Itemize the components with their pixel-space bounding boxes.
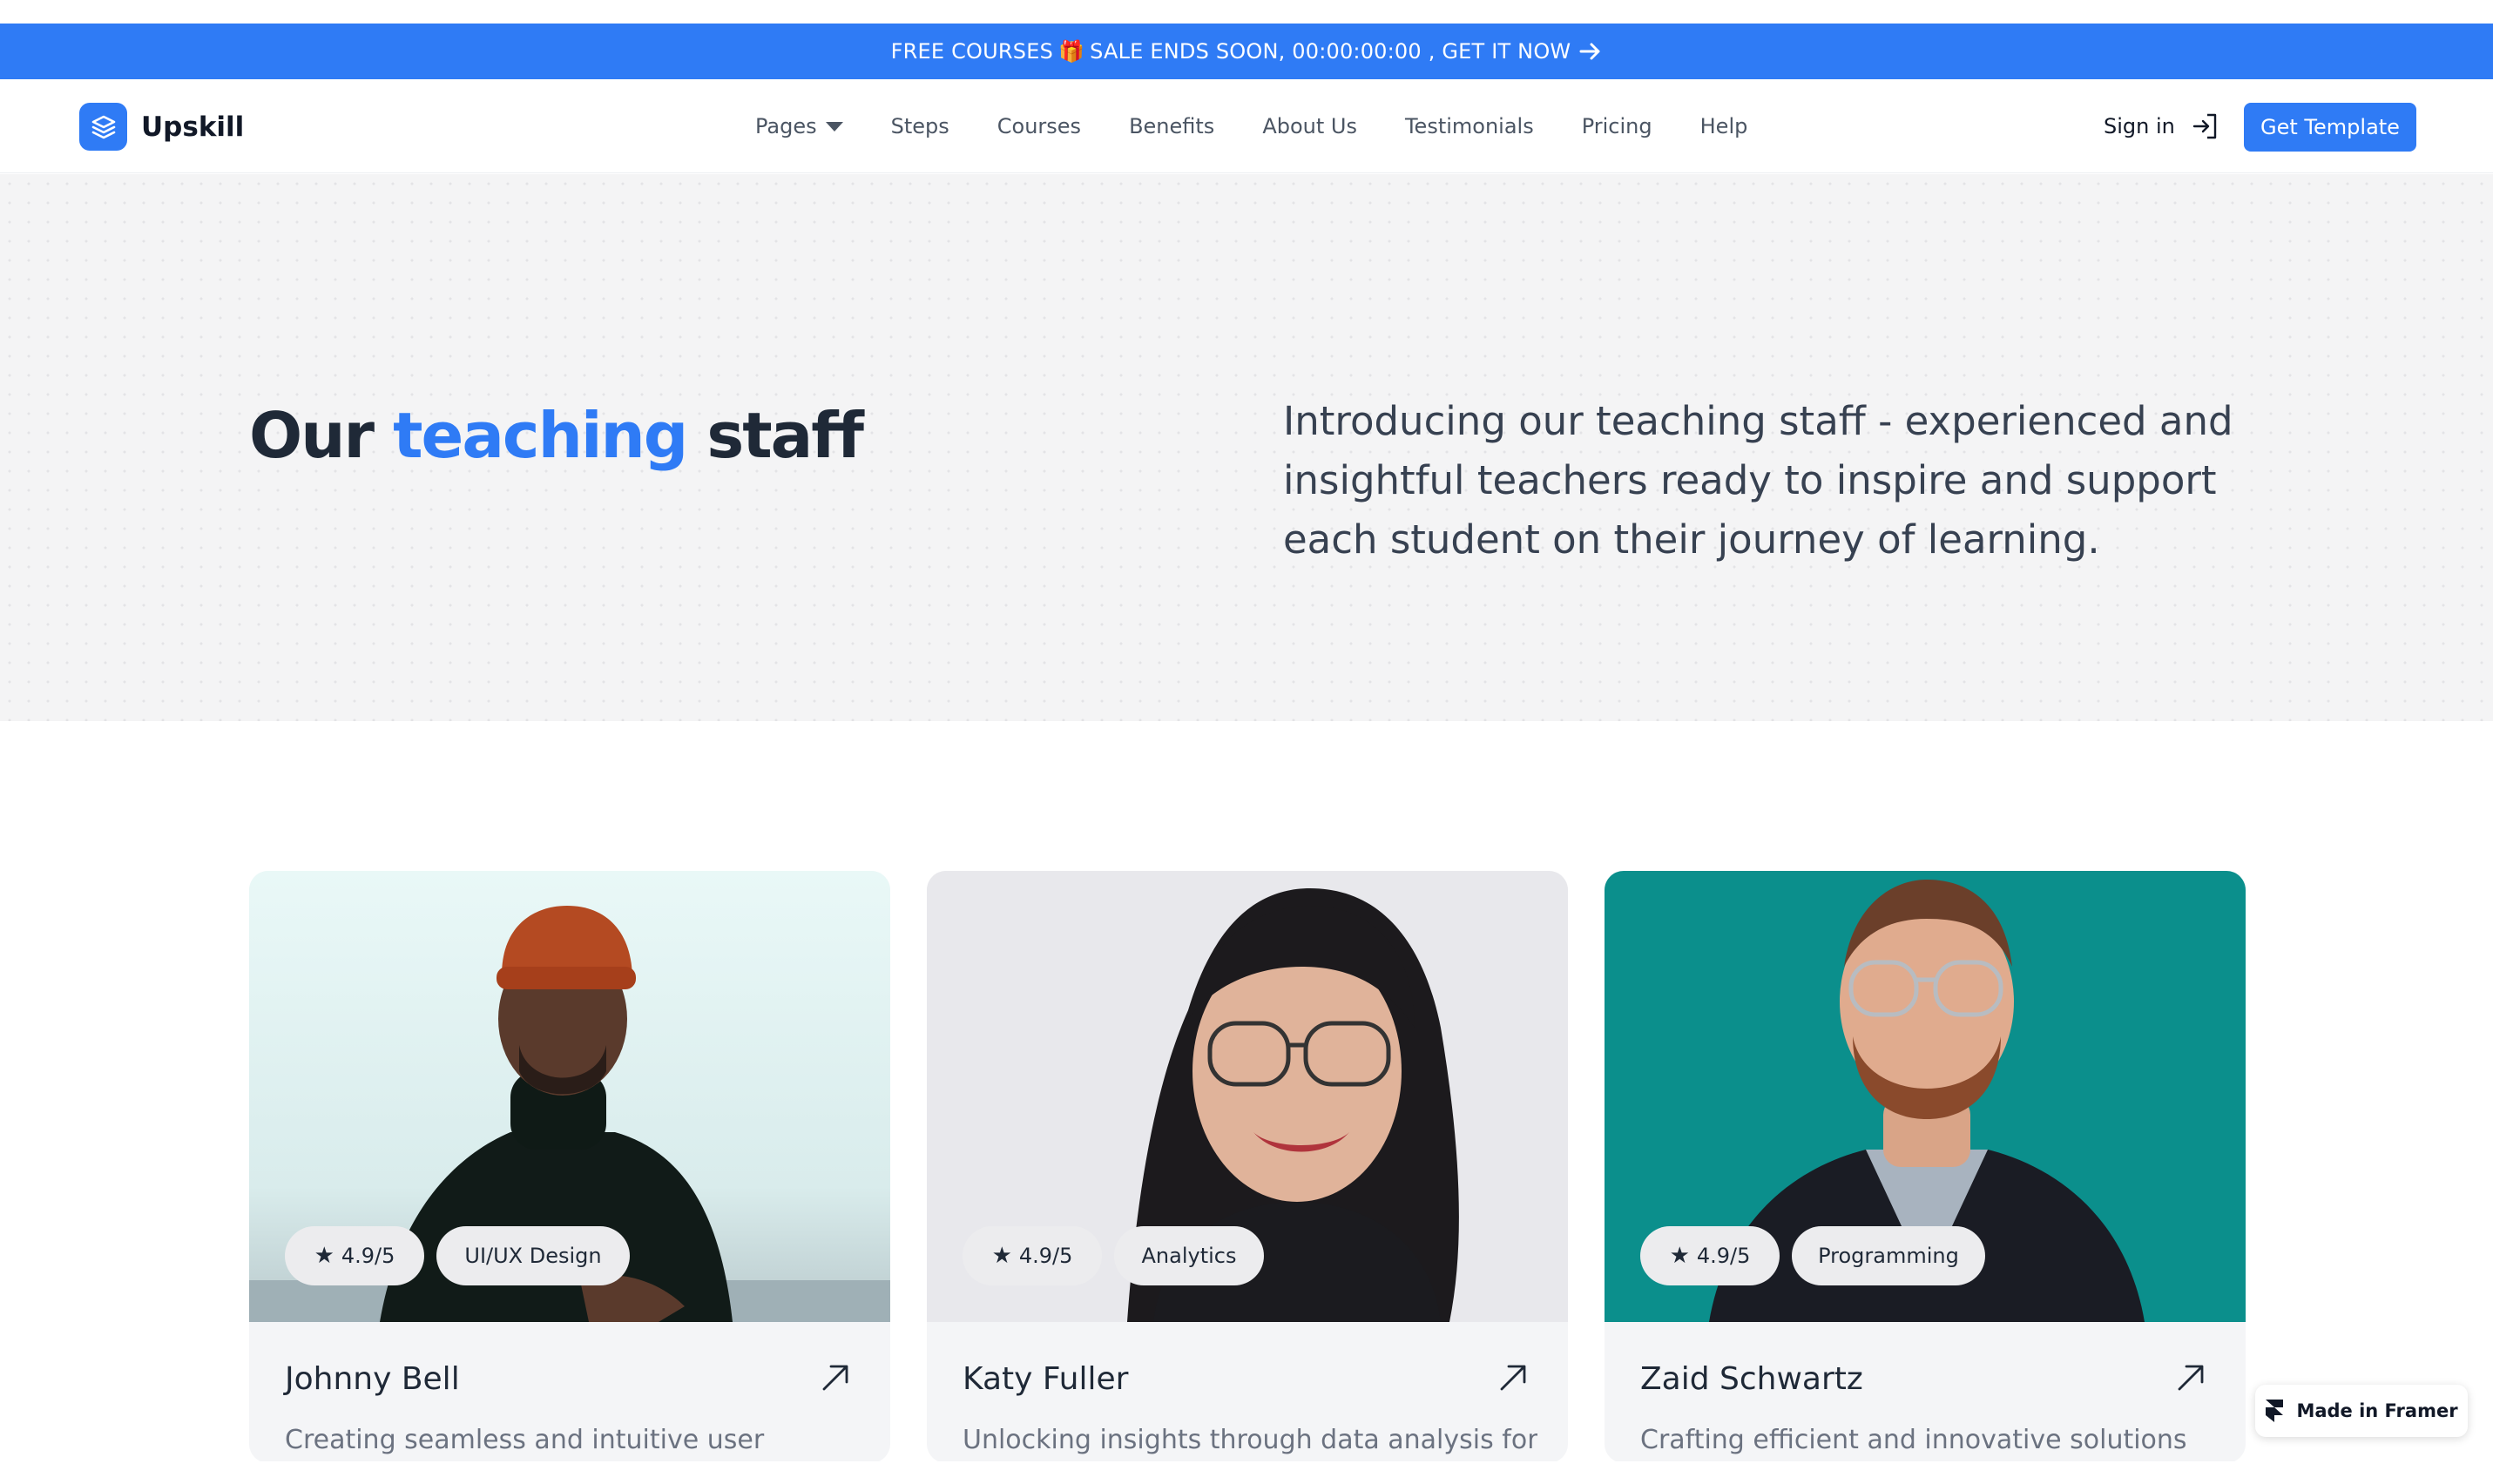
nav-item-pages[interactable]: Pages bbox=[755, 114, 843, 138]
page-title: Our teaching staff bbox=[249, 399, 864, 472]
nav-item-testimonials[interactable]: Testimonials bbox=[1405, 114, 1534, 138]
nav-item-pricing[interactable]: Pricing bbox=[1582, 114, 1652, 138]
course-tag: Programming bbox=[1792, 1226, 1985, 1285]
arrow-up-right-icon[interactable] bbox=[821, 1363, 850, 1393]
nav-item-courses[interactable]: Courses bbox=[997, 114, 1081, 138]
rating-badge: ★ 4.9/5 bbox=[963, 1226, 1102, 1285]
rating-value: 4.9/5 bbox=[1696, 1244, 1751, 1268]
announcement-banner[interactable]: FREE COURSES 🎁 SALE ENDS SOON, 00:00:00:… bbox=[0, 24, 2493, 79]
teacher-cards: ★ 4.9/5 UI/UX Design Johnny Bell Creatin… bbox=[249, 871, 2246, 1463]
arrow-up-right-icon[interactable] bbox=[1498, 1363, 1528, 1393]
rating-badge: ★ 4.9/5 bbox=[285, 1226, 424, 1285]
rating-value: 4.9/5 bbox=[341, 1244, 395, 1268]
caret-down-icon bbox=[825, 121, 843, 132]
title-accent: teaching bbox=[393, 399, 688, 472]
layers-icon bbox=[79, 103, 127, 151]
sign-in-link[interactable]: Sign in bbox=[2104, 79, 2220, 173]
made-in-framer-badge[interactable]: Made in Framer bbox=[2255, 1385, 2468, 1437]
star-icon: ★ bbox=[314, 1243, 334, 1269]
rating-value: 4.9/5 bbox=[1018, 1244, 1073, 1268]
star-icon: ★ bbox=[1669, 1243, 1690, 1269]
teacher-name: Zaid Schwartz bbox=[1640, 1361, 1863, 1397]
sign-in-label: Sign in bbox=[2104, 114, 2175, 138]
banner-text-end: SALE ENDS SOON, 00:00:00:00 , GET IT NOW bbox=[1090, 39, 1571, 64]
course-tag: Analytics bbox=[1114, 1226, 1264, 1285]
teacher-description: Creating seamless and intuitive user bbox=[285, 1425, 765, 1455]
framer-badge-label: Made in Framer bbox=[2296, 1400, 2458, 1421]
rating-badge: ★ 4.9/5 bbox=[1640, 1226, 1780, 1285]
teacher-name: Katy Fuller bbox=[963, 1361, 1129, 1397]
teacher-name: Johnny Bell bbox=[285, 1361, 460, 1397]
navbar: Upskill Pages Steps Courses Benefits Abo… bbox=[0, 79, 2493, 173]
nav-item-help[interactable]: Help bbox=[1700, 114, 1748, 138]
nav-item-steps[interactable]: Steps bbox=[891, 114, 949, 138]
teacher-description: Crafting efficient and innovative soluti… bbox=[1640, 1425, 2187, 1455]
page-fold bbox=[0, 1461, 2493, 1484]
star-icon: ★ bbox=[991, 1243, 1012, 1269]
title-start: Our bbox=[249, 399, 375, 472]
get-template-button[interactable]: Get Template bbox=[2244, 103, 2416, 152]
title-end: staff bbox=[706, 399, 864, 472]
nav-item-benefits[interactable]: Benefits bbox=[1129, 114, 1214, 138]
arrow-up-right-icon[interactable] bbox=[2176, 1363, 2206, 1393]
teacher-card[interactable]: ★ 4.9/5 Programming Zaid Schwartz Crafti… bbox=[1605, 871, 2246, 1463]
gift-icon: 🎁 bbox=[1058, 39, 1085, 64]
hero-section: Our teaching staff Introducing our teach… bbox=[0, 174, 2493, 721]
hero-description: Introducing our teaching staff - experie… bbox=[1283, 398, 2233, 563]
banner-text-start: FREE COURSES bbox=[890, 39, 1054, 64]
sign-in-icon bbox=[2191, 111, 2220, 141]
teacher-description: Unlocking insights through data analysis… bbox=[963, 1425, 1537, 1455]
brand-name: Upskill bbox=[141, 111, 245, 143]
course-tag: UI/UX Design bbox=[436, 1226, 630, 1285]
teacher-card[interactable]: ★ 4.9/5 UI/UX Design Johnny Bell Creatin… bbox=[249, 871, 890, 1463]
nav-menu: Pages Steps Courses Benefits About Us Te… bbox=[755, 79, 1795, 173]
nav-item-about-us[interactable]: About Us bbox=[1262, 114, 1357, 138]
brand-logo-link[interactable]: Upskill bbox=[79, 103, 244, 151]
nav-item-label: Pages bbox=[755, 114, 817, 138]
framer-logo-icon bbox=[2265, 1399, 2284, 1423]
teacher-card[interactable]: ★ 4.9/5 Analytics Katy Fuller Unlocking … bbox=[927, 871, 1568, 1463]
arrow-right-icon bbox=[1579, 42, 1602, 61]
